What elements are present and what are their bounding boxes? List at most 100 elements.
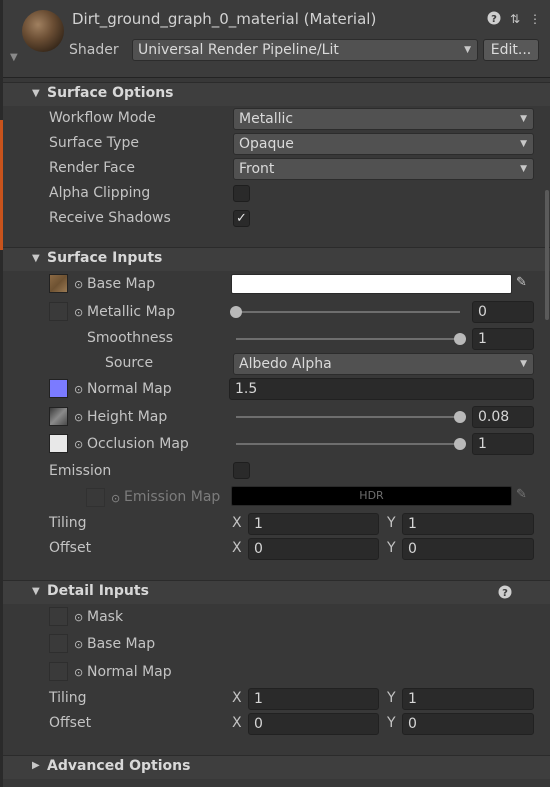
emission-checkbox[interactable] bbox=[233, 462, 250, 479]
smoothness-source-dropdown[interactable]: Albedo Alpha ▼ bbox=[233, 353, 534, 375]
smoothness-slider-track[interactable] bbox=[236, 338, 460, 340]
height-map-texture-slot[interactable] bbox=[49, 407, 68, 426]
chevron-down-icon: ▼ bbox=[464, 45, 471, 55]
emission-color-swatch: HDR bbox=[231, 486, 512, 506]
shader-value: Universal Render Pipeline/Lit bbox=[138, 42, 339, 58]
header-fold-icon[interactable]: ▼ bbox=[10, 52, 18, 63]
object-picker-icon[interactable]: ⊙ bbox=[74, 383, 83, 396]
tiling-y-field[interactable]: 1 bbox=[402, 513, 534, 535]
surface-type-value: Opaque bbox=[239, 136, 294, 152]
inspector-scrollbar[interactable] bbox=[545, 190, 549, 320]
height-value-field[interactable]: 0.08 bbox=[472, 406, 534, 428]
shader-dropdown[interactable]: Universal Render Pipeline/Lit ▼ bbox=[132, 39, 478, 61]
base-map-texture-slot[interactable] bbox=[49, 274, 68, 293]
workflow-mode-value: Metallic bbox=[239, 111, 294, 127]
section-expanded-icon: ▼ bbox=[32, 253, 40, 264]
material-title: Dirt_ground_graph_0_material (Material) bbox=[72, 10, 377, 28]
render-face-value: Front bbox=[239, 161, 275, 177]
detail-tiling-x-label: X bbox=[232, 690, 242, 706]
metallic-slider-handle[interactable] bbox=[230, 306, 242, 318]
metallic-map-texture-slot[interactable] bbox=[49, 302, 68, 321]
normal-strength-field[interactable]: 1.5 bbox=[229, 378, 534, 400]
chevron-down-icon: ▼ bbox=[520, 139, 527, 149]
base-map-label: Base Map bbox=[87, 276, 156, 292]
source-label: Source bbox=[105, 355, 154, 371]
detail-offset-x-label: X bbox=[232, 715, 242, 731]
offset-y-field[interactable]: 0 bbox=[402, 538, 534, 560]
material-preview-thumbnail[interactable] bbox=[22, 10, 64, 52]
metallic-map-label: Metallic Map bbox=[87, 304, 176, 320]
tiling-y-label: Y bbox=[387, 515, 396, 531]
occlusion-slider-handle[interactable] bbox=[454, 438, 466, 450]
chevron-down-icon: ▼ bbox=[520, 114, 527, 124]
normal-map-texture-slot[interactable] bbox=[49, 379, 68, 398]
detail-normal-map-texture-slot[interactable] bbox=[49, 662, 68, 681]
detail-offset-y-label: Y bbox=[387, 715, 396, 731]
alpha-clipping-checkbox[interactable] bbox=[233, 185, 250, 202]
occlusion-map-texture-slot[interactable] bbox=[49, 434, 68, 453]
svg-text:?: ? bbox=[491, 14, 497, 25]
section-collapsed-icon: ▶ bbox=[32, 760, 40, 771]
metallic-slider-track[interactable] bbox=[236, 311, 460, 313]
surface-type-label: Surface Type bbox=[49, 135, 139, 151]
svg-text:?: ? bbox=[502, 588, 508, 599]
detail-tiling-x-field[interactable]: 1 bbox=[248, 688, 379, 710]
help-icon[interactable]: ? bbox=[486, 11, 502, 27]
smoothness-value-field[interactable]: 1 bbox=[472, 328, 534, 350]
receive-shadows-checkbox[interactable]: ✓ bbox=[233, 210, 250, 227]
help-icon[interactable]: ? bbox=[498, 585, 512, 603]
object-picker-icon[interactable]: ⊙ bbox=[74, 306, 83, 319]
render-face-dropdown[interactable]: Front ▼ bbox=[233, 158, 534, 180]
object-picker-icon: ⊙ bbox=[111, 492, 121, 505]
render-face-label: Render Face bbox=[49, 160, 135, 176]
offset-x-field[interactable]: 0 bbox=[248, 538, 379, 560]
workflow-mode-label: Workflow Mode bbox=[49, 110, 156, 126]
context-menu-icon[interactable]: ⋮ bbox=[527, 11, 543, 27]
left-accent-strip bbox=[0, 120, 3, 250]
detail-mask-label: Mask bbox=[87, 609, 124, 625]
surface-options-title: Surface Options bbox=[47, 85, 174, 101]
metallic-value-field[interactable]: 0 bbox=[472, 301, 534, 323]
edit-shader-button[interactable]: Edit... bbox=[483, 39, 539, 61]
alpha-clipping-label: Alpha Clipping bbox=[49, 185, 151, 201]
object-picker-icon[interactable]: ⊙ bbox=[74, 278, 83, 291]
detail-mask-texture-slot[interactable] bbox=[49, 607, 68, 626]
tiling-x-field[interactable]: 1 bbox=[248, 513, 379, 535]
detail-offset-y-field[interactable]: 0 bbox=[402, 713, 534, 735]
occlusion-slider-track[interactable] bbox=[236, 443, 460, 445]
normal-map-label: Normal Map bbox=[87, 381, 172, 397]
object-picker-icon[interactable]: ⊙ bbox=[74, 666, 83, 679]
eyedropper-icon[interactable]: ✎ bbox=[516, 275, 527, 290]
occlusion-value-field[interactable]: 1 bbox=[472, 433, 534, 455]
offset-y-label: Y bbox=[387, 540, 396, 556]
object-picker-icon[interactable]: ⊙ bbox=[74, 411, 83, 424]
detail-normal-map-label: Normal Map bbox=[87, 664, 172, 680]
tiling-x-label: X bbox=[232, 515, 242, 531]
detail-offset-x-field[interactable]: 0 bbox=[248, 713, 379, 735]
object-picker-icon[interactable]: ⊙ bbox=[74, 438, 83, 451]
height-slider-handle[interactable] bbox=[454, 411, 466, 423]
surface-type-dropdown[interactable]: Opaque ▼ bbox=[233, 133, 534, 155]
emission-label: Emission bbox=[49, 463, 112, 479]
smoothness-label: Smoothness bbox=[87, 330, 174, 346]
presets-icon[interactable]: ⇅ bbox=[507, 11, 523, 27]
detail-base-map-texture-slot[interactable] bbox=[49, 634, 68, 653]
receive-shadows-label: Receive Shadows bbox=[49, 210, 171, 226]
chevron-down-icon: ▼ bbox=[520, 359, 527, 369]
base-color-swatch[interactable] bbox=[231, 274, 512, 294]
section-expanded-icon: ▼ bbox=[32, 586, 40, 597]
height-slider-track[interactable] bbox=[236, 416, 460, 418]
workflow-mode-dropdown[interactable]: Metallic ▼ bbox=[233, 108, 534, 130]
advanced-options-title: Advanced Options bbox=[47, 758, 191, 774]
eyedropper-icon: ✎ bbox=[516, 487, 527, 502]
smoothness-slider-handle[interactable] bbox=[454, 333, 466, 345]
detail-tiling-label: Tiling bbox=[49, 690, 87, 706]
height-map-label: Height Map bbox=[87, 409, 168, 425]
detail-tiling-y-field[interactable]: 1 bbox=[402, 688, 534, 710]
object-picker-icon[interactable]: ⊙ bbox=[74, 638, 83, 651]
object-picker-icon[interactable]: ⊙ bbox=[74, 611, 83, 624]
left-edge-strip bbox=[0, 0, 3, 787]
emission-map-texture-slot bbox=[86, 488, 105, 507]
section-expanded-icon: ▼ bbox=[32, 88, 40, 99]
occlusion-map-label: Occlusion Map bbox=[87, 436, 189, 452]
